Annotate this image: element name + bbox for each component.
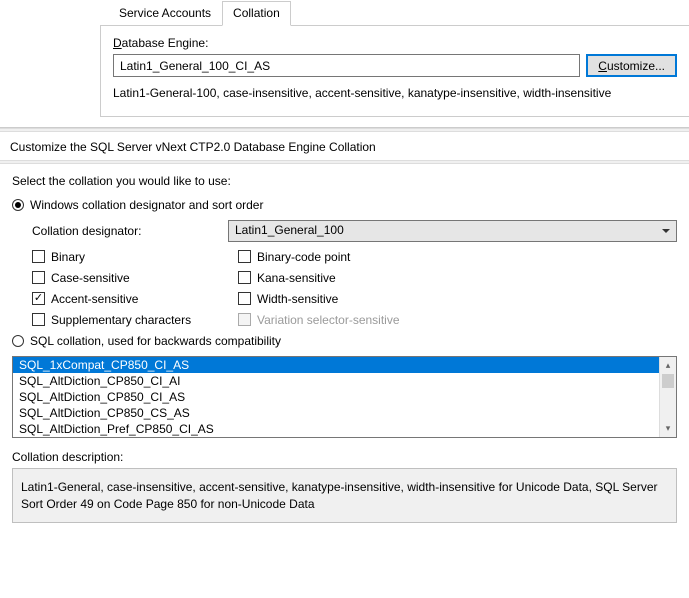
db-engine-collation-description: Latin1-General-100, case-insensitive, ac…: [113, 85, 623, 102]
db-engine-collation-input[interactable]: [113, 54, 580, 77]
sql-collation-listbox[interactable]: SQL_1xCompat_CP850_CI_AS SQL_AltDiction_…: [12, 356, 677, 438]
checkbox-icon: [238, 271, 251, 284]
checkbox-supplementary-characters[interactable]: Supplementary characters: [32, 313, 238, 327]
tab-collation[interactable]: Collation: [222, 1, 291, 26]
tabs-bar: Service Accounts Collation: [108, 0, 689, 25]
list-item[interactable]: SQL_AltDiction_CP850_CI_AI: [13, 373, 676, 389]
db-engine-label: Database Engine:: [113, 36, 677, 50]
radio-windows-collation[interactable]: Windows collation designator and sort or…: [12, 198, 677, 212]
checkbox-width-sensitive[interactable]: Width-sensitive: [238, 292, 338, 306]
checkbox-icon: [238, 250, 251, 263]
list-item[interactable]: SQL_AltDiction_CP850_CS_AS: [13, 405, 676, 421]
checkbox-variation-selector-sensitive: Variation selector-sensitive: [238, 313, 400, 327]
collation-prompt: Select the collation you would like to u…: [12, 174, 677, 188]
scroll-down-icon[interactable]: ▾: [660, 420, 676, 437]
checkbox-icon: [238, 292, 251, 305]
checkbox-binary-code-point[interactable]: Binary-code point: [238, 250, 350, 264]
radio-windows-label: Windows collation designator and sort or…: [30, 198, 263, 212]
checkbox-accent-sensitive[interactable]: Accent-sensitive: [32, 292, 238, 306]
list-item[interactable]: SQL_AltDiction_Pref_CP850_CI_AS: [13, 421, 676, 437]
collation-designator-select[interactable]: Latin1_General_100: [228, 220, 677, 242]
checkbox-icon: [238, 313, 251, 326]
list-item[interactable]: SQL_1xCompat_CP850_CI_AS: [13, 357, 676, 373]
scrollbar[interactable]: ▴ ▾: [659, 357, 676, 437]
collation-designator-value: Latin1_General_100: [235, 223, 344, 237]
checkbox-kana-sensitive[interactable]: Kana-sensitive: [238, 271, 336, 285]
scroll-thumb[interactable]: [662, 374, 674, 388]
tab-panel-collation: Database Engine: Customize... Latin1-Gen…: [100, 25, 689, 117]
customize-button[interactable]: Customize...: [586, 54, 677, 77]
collation-description-box: Latin1-General, case-insensitive, accent…: [12, 468, 677, 524]
checkbox-icon: [32, 271, 45, 284]
checkbox-binary[interactable]: Binary: [32, 250, 238, 264]
radio-icon: [12, 199, 24, 211]
tab-service-accounts[interactable]: Service Accounts: [108, 1, 222, 26]
collation-description-label: Collation description:: [12, 450, 677, 464]
radio-sql-label: SQL collation, used for backwards compat…: [30, 334, 281, 348]
checkbox-icon: [32, 292, 45, 305]
radio-icon: [12, 335, 24, 347]
scroll-up-icon[interactable]: ▴: [660, 357, 676, 374]
radio-sql-collation[interactable]: SQL collation, used for backwards compat…: [12, 334, 677, 348]
checkbox-case-sensitive[interactable]: Case-sensitive: [32, 271, 238, 285]
checkbox-icon: [32, 313, 45, 326]
collation-designator-label: Collation designator:: [32, 224, 218, 238]
dialog-title: Customize the SQL Server vNext CTP2.0 Da…: [0, 132, 689, 160]
checkbox-icon: [32, 250, 45, 263]
list-item[interactable]: SQL_AltDiction_CP850_CI_AS: [13, 389, 676, 405]
